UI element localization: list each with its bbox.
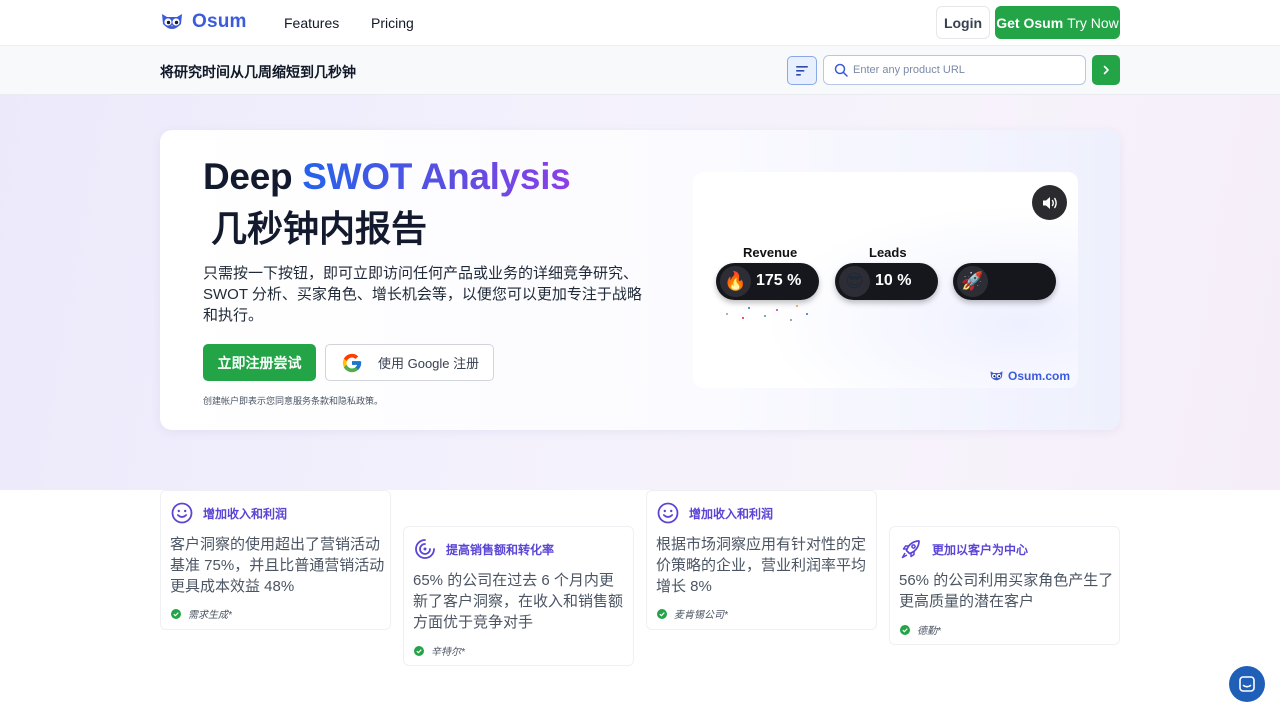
fire-icon: 🔥 bbox=[720, 266, 751, 297]
try-now-button[interactable]: Get Osum Try Now bbox=[995, 6, 1120, 39]
brand-name: Osum bbox=[192, 11, 247, 32]
try-now-bold: Get Osum bbox=[996, 14, 1064, 31]
search-box[interactable] bbox=[823, 55, 1086, 85]
try-now-rest: Try Now bbox=[1067, 14, 1119, 31]
card-header: 更加以客户为中心 bbox=[900, 538, 1028, 560]
product-url-input[interactable] bbox=[853, 61, 1078, 79]
check-circle-icon bbox=[657, 608, 667, 619]
google-signup-label: 使用 Google 注册 bbox=[378, 356, 480, 371]
google-icon bbox=[341, 352, 363, 374]
speaker-icon bbox=[1042, 196, 1057, 209]
search-icon bbox=[834, 63, 848, 77]
card-body: 根据市场洞察应用有针对性的定价策略的企业，营业利润率平均增长 8% bbox=[656, 536, 867, 595]
growth-pill: 🚀 bbox=[953, 263, 1056, 300]
login-button[interactable]: Login bbox=[936, 6, 990, 39]
card-source: 麦肯锡公司* bbox=[657, 606, 728, 621]
video-brand-text: Osum.com bbox=[1007, 369, 1070, 383]
owl-logo-icon bbox=[990, 371, 1003, 381]
sound-toggle-button[interactable] bbox=[1032, 185, 1067, 220]
hero-title: Deep SWOT Analysis bbox=[203, 156, 571, 198]
hero-title-line2: 几秒钟内报告 bbox=[211, 208, 428, 249]
sunglasses-face-icon: 😎 bbox=[839, 266, 870, 297]
hero-title-gradient: SWOT Analysis bbox=[302, 156, 571, 197]
smile-icon bbox=[171, 502, 193, 524]
rocket-icon bbox=[901, 540, 920, 559]
card-source: 德勤* bbox=[900, 622, 941, 637]
leads-pill: 😎 10 % bbox=[835, 263, 938, 300]
hero-description: 只需按一下按钮，即可立即访问任何产品或业务的详细竞争研究、SWOT 分析、买家角… bbox=[203, 265, 642, 324]
google-signup-button[interactable]: 使用 Google 注册 bbox=[325, 344, 494, 381]
video-watermark: Osum.com bbox=[989, 369, 1070, 383]
chevron-right-icon bbox=[1103, 65, 1109, 75]
card-title: 增加收入和利润 bbox=[203, 506, 288, 521]
signup-button[interactable]: 立即注册尝试 bbox=[203, 344, 316, 381]
card-title: 增加收入和利润 bbox=[689, 506, 774, 521]
terms-note: 创建帐户即表示您同意服务条款和隐私政策。 bbox=[203, 396, 384, 406]
stat-card: 增加收入和利润 根据市场洞察应用有针对性的定价策略的企业，营业利润率平均增长 8… bbox=[646, 490, 877, 630]
card-body: 65% 的公司在过去 6 个月内更新了客户洞察，在收入和销售额方面优于竞争对手 bbox=[413, 572, 624, 631]
subbar-title: 将研究时间从几周缩短到几秒钟 bbox=[160, 64, 356, 80]
revenue-label: Revenue bbox=[743, 245, 798, 260]
stat-card: 提高销售额和转化率 65% 的公司在过去 6 个月内更新了客户洞察，在收入和销售… bbox=[403, 526, 634, 666]
chat-icon bbox=[1239, 676, 1255, 692]
check-circle-icon bbox=[414, 645, 424, 656]
card-body: 56% 的公司利用买家角色产生了更高质量的潜在客户 bbox=[899, 572, 1114, 610]
filter-button[interactable] bbox=[787, 56, 817, 85]
card-source-text: 需求生成* bbox=[188, 610, 232, 621]
rocket-icon: 🚀 bbox=[957, 266, 988, 297]
card-source: 需求生成* bbox=[171, 606, 232, 621]
target-icon bbox=[415, 539, 435, 559]
stat-card: 增加收入和利润 客户洞察的使用超出了营销活动基准 75%，并且比普通营销活动更具… bbox=[160, 490, 391, 630]
nav-features-link[interactable]: Features bbox=[284, 15, 339, 31]
brand-logo[interactable]: Osum bbox=[160, 11, 247, 33]
leads-label: Leads bbox=[869, 245, 907, 260]
card-title: 提高销售额和转化率 bbox=[446, 542, 555, 557]
demo-video[interactable]: Revenue Leads 🔥 175 % 😎 10 % 🚀 Osum.com bbox=[693, 172, 1078, 388]
card-header: 提高销售额和转化率 bbox=[414, 538, 554, 560]
top-nav: Osum Features Pricing Login Get Osum Try… bbox=[0, 0, 1280, 46]
revenue-value: 175 % bbox=[756, 272, 802, 289]
check-circle-icon bbox=[900, 624, 910, 635]
nav-pricing-link[interactable]: Pricing bbox=[371, 15, 414, 31]
card-source-text: 辛特尔* bbox=[431, 647, 465, 658]
leads-value: 10 % bbox=[875, 272, 912, 289]
hero-title-plain: Deep bbox=[203, 156, 303, 197]
search-submit-button[interactable] bbox=[1092, 55, 1120, 85]
chat-launcher-button[interactable] bbox=[1229, 666, 1265, 702]
stat-card: 更加以客户为中心 56% 的公司利用买家角色产生了更高质量的潜在客户 德勤* bbox=[889, 526, 1120, 645]
card-source-text: 麦肯锡公司* bbox=[674, 610, 728, 621]
card-header: 增加收入和利润 bbox=[657, 502, 773, 524]
sub-bar: 将研究时间从几周缩短到几秒钟 bbox=[0, 46, 1280, 95]
filter-lines-icon bbox=[796, 65, 808, 76]
owl-logo-icon bbox=[160, 12, 184, 32]
smile-icon bbox=[657, 502, 679, 524]
check-circle-icon bbox=[171, 608, 181, 619]
card-header: 增加收入和利润 bbox=[171, 502, 287, 524]
revenue-pill: 🔥 175 % bbox=[716, 263, 819, 300]
card-source: 辛特尔* bbox=[414, 643, 465, 658]
card-source-text: 德勤* bbox=[917, 626, 941, 637]
card-body: 客户洞察的使用超出了营销活动基准 75%，并且比普通营销活动更具成本效益 48% bbox=[170, 536, 385, 595]
confetti-decoration bbox=[726, 305, 808, 321]
card-title: 更加以客户为中心 bbox=[932, 542, 1029, 557]
